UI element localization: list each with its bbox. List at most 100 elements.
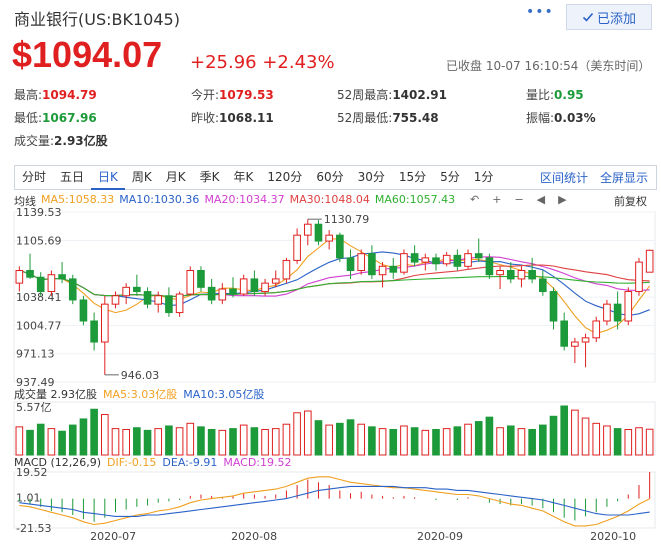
candle-body [624,291,633,322]
macd-label: MACD (12,26,9) [14,456,102,469]
candle-body [336,234,344,259]
candle-body [325,234,333,242]
volume-bar [271,428,280,456]
volume-bar [453,426,462,456]
candle-body [133,286,141,293]
volume-bar [229,428,237,456]
candle-body [506,270,515,280]
low-annotation: 946.03 [121,369,160,382]
candle-body [453,254,462,267]
candle-body [645,249,654,273]
candle-body [282,259,291,280]
volume-bar [90,408,98,456]
volume-bar [528,428,536,456]
candle-body [186,270,195,295]
volume-bar [218,429,227,456]
volume-label: 成交量 2.93亿股 [14,388,97,401]
candle-body [517,270,526,280]
candle-body [271,278,280,284]
candle-body [442,254,451,265]
volume-bar [325,424,333,456]
volume-bar [154,428,163,456]
volume-bar [165,425,173,456]
volume-bar [197,426,205,456]
volume-bar [58,430,66,456]
candle-body [603,303,611,322]
volume-bar [133,427,141,456]
candle-body [581,337,590,343]
volume-bar [111,428,120,456]
volume-bar [485,416,494,456]
volume-legend: 成交量 2.93亿股 MA5:3.03亿股 MA10:3.05亿股 [14,386,264,402]
volume-bar [645,428,654,456]
volume-bar [261,428,269,456]
volume-bar [122,428,130,456]
candle-body [432,257,440,265]
volume-bar [592,422,601,456]
candle-body [400,253,408,273]
candle-body [613,303,622,322]
candle-body [122,286,130,297]
candle-body [421,257,430,263]
volume-bar [432,428,440,456]
volume-bar [378,428,387,456]
volume-bar [539,424,547,456]
candle-body [293,234,301,261]
volume-bar [15,426,24,456]
volume-bar [613,428,622,456]
volume-bar [175,427,184,456]
volume-bar [336,422,344,456]
volume-bar [47,428,56,456]
volume-bar [293,412,301,456]
candle-body [389,265,398,273]
candle-body [560,320,569,347]
candle-body [229,288,237,295]
volume-bar [303,410,312,456]
candle-body [111,295,120,305]
volume-bar [464,423,472,456]
candle-body [528,270,536,280]
candle-body [464,253,472,267]
price-tick-label: 1004.77 [16,319,62,332]
volume-bar [560,405,569,456]
volume-bar [571,409,579,456]
volume-bar [186,422,195,456]
macd-tick-label: -21.53 [16,522,51,535]
candle-body [314,223,323,242]
candle-body [571,341,579,347]
price-tick-label: 1105.69 [16,234,62,247]
candle-body [357,253,366,272]
volume-bar [581,417,590,456]
candle-body [378,265,387,276]
volume-bar [207,428,216,456]
candle-body [239,278,248,295]
volume-bar [421,429,430,456]
macd-value: MACD:19.52 [223,456,292,469]
volume-ma5: MA5:3.03亿股 [103,388,178,401]
candle-body [496,270,504,276]
dea-value: DEA:-9.91 [162,456,218,469]
dif-line [19,476,650,527]
volume-bar [496,427,504,456]
volume-bar [100,414,109,456]
candle-body [143,291,152,305]
dif-value: DIF:-0.15 [107,456,157,469]
candle-body [197,270,205,288]
candle-body [15,270,24,284]
candle-body [26,270,34,278]
macd-legend: MACD (12,26,9) DIF:-0.15 DEA:-9.91 MACD:… [14,456,292,469]
candle-body [410,253,419,263]
volume-bar [624,428,633,456]
volume-bar [549,415,558,456]
candle-body [47,274,56,293]
candle-body [79,299,88,322]
volume-panel-frame [13,401,656,456]
volume-bar [410,427,419,456]
volume-bar [143,429,152,456]
candle-body [261,282,269,293]
candle-body [175,293,184,314]
candle-body [207,286,216,301]
dea-line [19,485,650,517]
candle-body [485,257,494,276]
candle-body [303,223,312,236]
